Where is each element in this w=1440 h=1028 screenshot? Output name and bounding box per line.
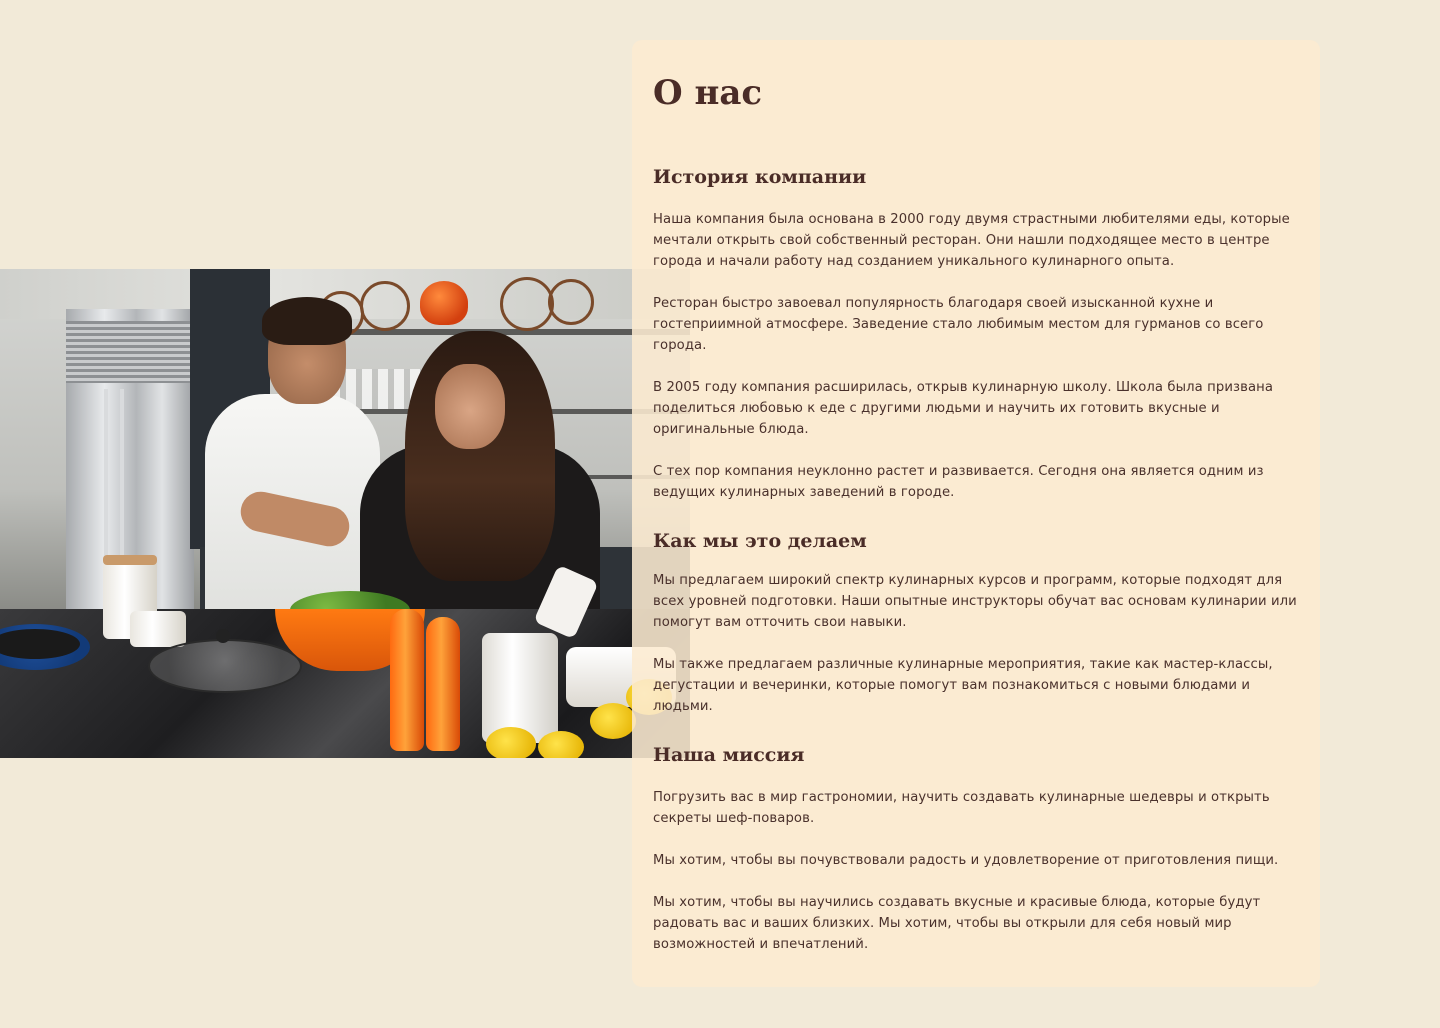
- photo-utensil-crock: [482, 633, 558, 743]
- paragraph: Мы хотим, чтобы вы научились создавать в…: [653, 895, 1261, 952]
- photo-pepper-mill: [426, 617, 460, 751]
- paragraph: Погрузить вас в мир гастрономии, научить…: [653, 790, 1270, 826]
- photo-lid-knob: [216, 629, 230, 643]
- photo-wheel-decor: [360, 281, 410, 331]
- paragraph: Мы хотим, чтобы вы почувствовали радость…: [653, 853, 1279, 868]
- section-body-history: Наша компания была основана в 2000 году …: [653, 209, 1300, 503]
- kitchen-photo: [0, 269, 690, 758]
- paragraph: Ресторан быстро завоевал популярность бл…: [653, 296, 1264, 353]
- paragraph: С тех пор компания неуклонно растет и ра…: [653, 464, 1264, 500]
- about-card: О нас История компании Наша компания был…: [632, 40, 1320, 987]
- section-heading-history: История компании: [653, 166, 867, 188]
- photo-woman-face: [435, 364, 505, 449]
- photo-lemon: [538, 731, 584, 758]
- section-body-mission: Погрузить вас в мир гастрономии, научить…: [653, 787, 1300, 955]
- photo-lemon: [486, 727, 536, 758]
- photo-man-hair: [262, 297, 352, 345]
- photo-wheel-decor: [548, 279, 594, 325]
- photo-fridge-vent: [66, 321, 194, 383]
- photo-jar: [130, 611, 186, 647]
- photo-fridge-handle: [120, 389, 124, 579]
- photo-pepper-mill: [390, 609, 424, 751]
- photo-fridge-handle: [104, 389, 108, 579]
- paragraph: Мы также предлагаем различные кулинарные…: [653, 657, 1273, 714]
- photo-wheel-decor: [500, 277, 554, 331]
- section-body-how-we-do-it: Мы предлагаем широкий спектр кулинарных …: [653, 570, 1300, 717]
- paragraph: Наша компания была основана в 2000 году …: [653, 212, 1290, 269]
- section-heading-how-we-do-it: Как мы это делаем: [653, 530, 867, 552]
- paragraph: Мы предлагаем широкий спектр кулинарных …: [653, 573, 1297, 630]
- photo-lemon: [590, 703, 636, 739]
- section-heading-mission: Наша миссия: [653, 744, 805, 766]
- paragraph: В 2005 году компания расширилась, открыв…: [653, 380, 1274, 437]
- photo-jar-lid: [103, 555, 157, 565]
- photo-glass-lid: [148, 639, 302, 693]
- photo-red-bowl: [420, 281, 468, 325]
- page-title: О нас: [653, 73, 763, 113]
